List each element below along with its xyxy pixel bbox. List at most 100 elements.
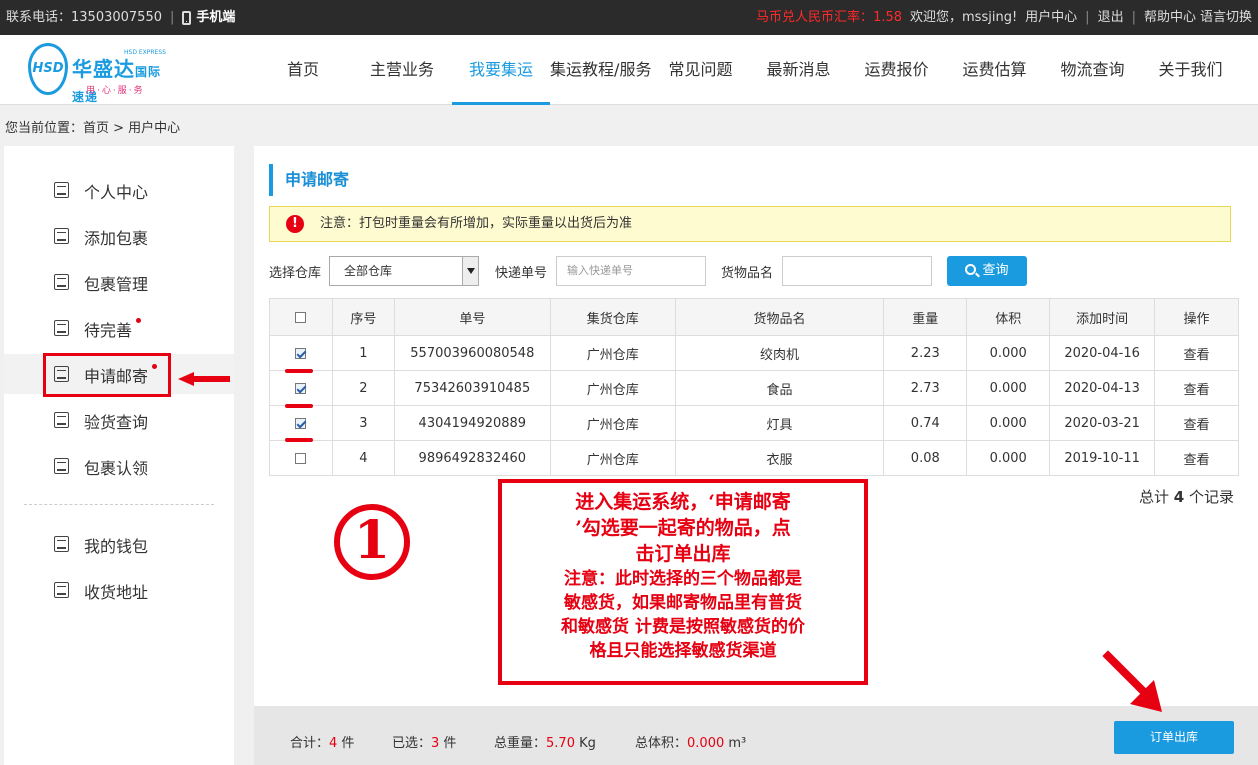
user-center-link[interactable]: 用户中心: [1025, 0, 1077, 35]
col-volume: 体积: [966, 298, 1051, 336]
sidebar-item-package-management[interactable]: 包裹管理: [4, 262, 234, 302]
document-icon: [54, 182, 69, 198]
col-action: 操作: [1154, 298, 1239, 336]
row-checkbox[interactable]: [295, 347, 307, 359]
nav-business[interactable]: 主营业务: [352, 35, 452, 105]
goods-name-input[interactable]: [782, 256, 932, 286]
table-row: 2 75342603910485 广州仓库 食品 2.73 0.000 2020…: [269, 370, 1239, 406]
breadcrumb: 您当前位置：首页 > 用户中心: [5, 121, 181, 136]
document-icon: [54, 320, 69, 336]
order-checkout-button[interactable]: 订单出库: [1114, 721, 1234, 754]
row-checkbox[interactable]: [295, 452, 307, 464]
sidebar-item-inspection-query[interactable]: 验货查询: [4, 400, 234, 440]
col-warehouse: 集货仓库: [549, 298, 676, 336]
view-link[interactable]: 查看: [1154, 405, 1239, 441]
document-icon: [54, 536, 69, 552]
nav-home[interactable]: 首页: [254, 35, 352, 105]
annotation-underline: [285, 404, 313, 408]
sidebar-item-wallet[interactable]: 我的钱包: [4, 524, 234, 564]
nav-about[interactable]: 关于我们: [1142, 35, 1223, 105]
goods-label: 货物品名: [721, 266, 774, 281]
exchange-rate-label: 马币兑人民币汇率：: [756, 10, 874, 25]
filter-bar: 选择仓库 全部仓库 快递单号 输入快递单号 货物品名 查询: [269, 256, 1249, 286]
help-center-link[interactable]: 帮助中心: [1144, 0, 1196, 35]
logo-en: HSD EXPRESS: [124, 49, 166, 56]
nav-news[interactable]: 最新消息: [749, 35, 847, 105]
nav-tracking[interactable]: 物流查询: [1044, 35, 1142, 105]
main-panel: 申请邮寄 ! 注意：打包时重量会有所增加，实际重量以出货后为准 选择仓库 全部仓…: [254, 146, 1258, 706]
step-number-badge: 1: [334, 504, 410, 580]
sidebar-item-to-complete[interactable]: 待完善: [4, 308, 234, 348]
col-no: 序号: [331, 298, 395, 336]
document-icon: [54, 412, 69, 428]
annotation-arrow-diagonal-icon: [1102, 650, 1162, 712]
total-volume: 总体积：0.000 m³: [635, 736, 747, 751]
table-row: 4 9896492832460 广州仓库 衣服 0.08 0.000 2019-…: [269, 440, 1239, 476]
package-table: 序号 单号 集货仓库 货物品名 重量 体积 添加时间 操作 1 55700396…: [269, 298, 1239, 476]
logo-badge: HSD: [28, 43, 68, 95]
nav-pricing[interactable]: 运费报价: [847, 35, 945, 105]
tracking-label: 快递单号: [495, 266, 548, 281]
exchange-rate-value: 1.58: [873, 10, 903, 25]
warehouse-select[interactable]: 全部仓库: [329, 256, 479, 286]
nav-tutorial[interactable]: 集运教程/服务: [550, 35, 651, 105]
search-icon: [965, 264, 977, 275]
notice-text: 注意：打包时重量会有所增加，实际重量以出货后为准: [320, 216, 633, 231]
total-count: 合计：4 件: [290, 736, 355, 751]
document-icon: [54, 458, 69, 474]
document-icon: [54, 228, 69, 244]
col-weight: 重量: [883, 298, 968, 336]
annotation-highlight-box: [43, 353, 171, 397]
table-header-row: 序号 单号 集货仓库 货物品名 重量 体积 添加时间 操作: [269, 298, 1239, 336]
warehouse-label: 选择仓库: [269, 266, 322, 281]
main-nav: 首页 主营业务 我要集运 集运教程/服务 常见问题 最新消息 运费报价 运费估算…: [254, 35, 1223, 105]
select-all-checkbox[interactable]: [295, 311, 307, 323]
selected-count: 已选：3 件: [392, 736, 457, 751]
mobile-phone-icon: [182, 10, 192, 25]
sidebar-item-claim-package[interactable]: 包裹认领: [4, 446, 234, 486]
mobile-link[interactable]: 手机端: [196, 0, 235, 35]
page-title: 申请邮寄: [269, 164, 349, 196]
row-checkbox[interactable]: [295, 417, 307, 429]
notice-banner: ! 注意：打包时重量会有所增加，实际重量以出货后为准: [269, 206, 1231, 242]
annotation-underline: [285, 438, 313, 442]
site-header: HSD 华盛达国际速递 HSD EXPRESS 用·心·服·务 首页 主营业务 …: [0, 35, 1258, 105]
sidebar-item-personal-center[interactable]: 个人中心: [4, 170, 234, 210]
sidebar: 个人中心 添加包裹 包裹管理 待完善 申请邮寄 验货查询 包裹认领 我的钱包 收…: [4, 146, 234, 765]
total-weight: 总重量：5.70 Kg: [494, 736, 596, 751]
sidebar-divider: [24, 504, 214, 505]
table-row: 1 557003960080548 广州仓库 绞肉机 2.23 0.000 20…: [269, 335, 1239, 371]
document-icon: [54, 582, 69, 598]
sidebar-item-add-package[interactable]: 添加包裹: [4, 216, 234, 256]
annotation-underline: [285, 369, 313, 373]
document-icon: [54, 274, 69, 290]
nav-estimate[interactable]: 运费估算: [946, 35, 1044, 105]
warning-icon: !: [286, 215, 304, 233]
site-logo[interactable]: HSD 华盛达国际速递 HSD EXPRESS 用·心·服·务: [28, 39, 168, 104]
col-tracking: 单号: [393, 298, 551, 336]
notification-dot: [136, 318, 141, 323]
top-bar: 联系电话：13503007550 | 手机端 马币兑人民币汇率： 1.58 欢迎…: [0, 0, 1258, 35]
logout-link[interactable]: 退出: [1098, 0, 1124, 35]
col-date: 添加时间: [1049, 298, 1156, 336]
view-link[interactable]: 查看: [1154, 370, 1239, 406]
col-goods: 货物品名: [674, 298, 885, 336]
sidebar-item-address[interactable]: 收货地址: [4, 570, 234, 610]
tracking-number-input[interactable]: 输入快递单号: [556, 256, 706, 286]
view-link[interactable]: 查看: [1154, 440, 1239, 476]
search-button[interactable]: 查询: [947, 256, 1027, 286]
annotation-note: 进入集运系统，‘申请邮寄 ’勾选要一起寄的物品，点 击订单出库 注意：此时选择的…: [498, 479, 868, 685]
row-checkbox[interactable]: [295, 382, 307, 394]
view-link[interactable]: 查看: [1154, 335, 1239, 371]
table-row: 3 4304194920889 广州仓库 灯具 0.74 0.000 2020-…: [269, 405, 1239, 441]
logo-name: 华盛达国际速递: [72, 57, 162, 104]
chevron-down-icon: [462, 257, 478, 285]
logo-slogan: 用·心·服·务: [86, 86, 145, 96]
annotation-arrow-left-icon: [178, 372, 230, 386]
total-records: 总计 4 个记录: [1139, 488, 1234, 506]
welcome-text: 欢迎您，mssjing!: [910, 10, 1018, 25]
nav-faq[interactable]: 常见问题: [651, 35, 749, 105]
language-switch-link[interactable]: 语言切换: [1200, 0, 1252, 35]
nav-consolidation[interactable]: 我要集运: [452, 35, 551, 105]
contact-phone: 联系电话：13503007550: [6, 10, 162, 25]
